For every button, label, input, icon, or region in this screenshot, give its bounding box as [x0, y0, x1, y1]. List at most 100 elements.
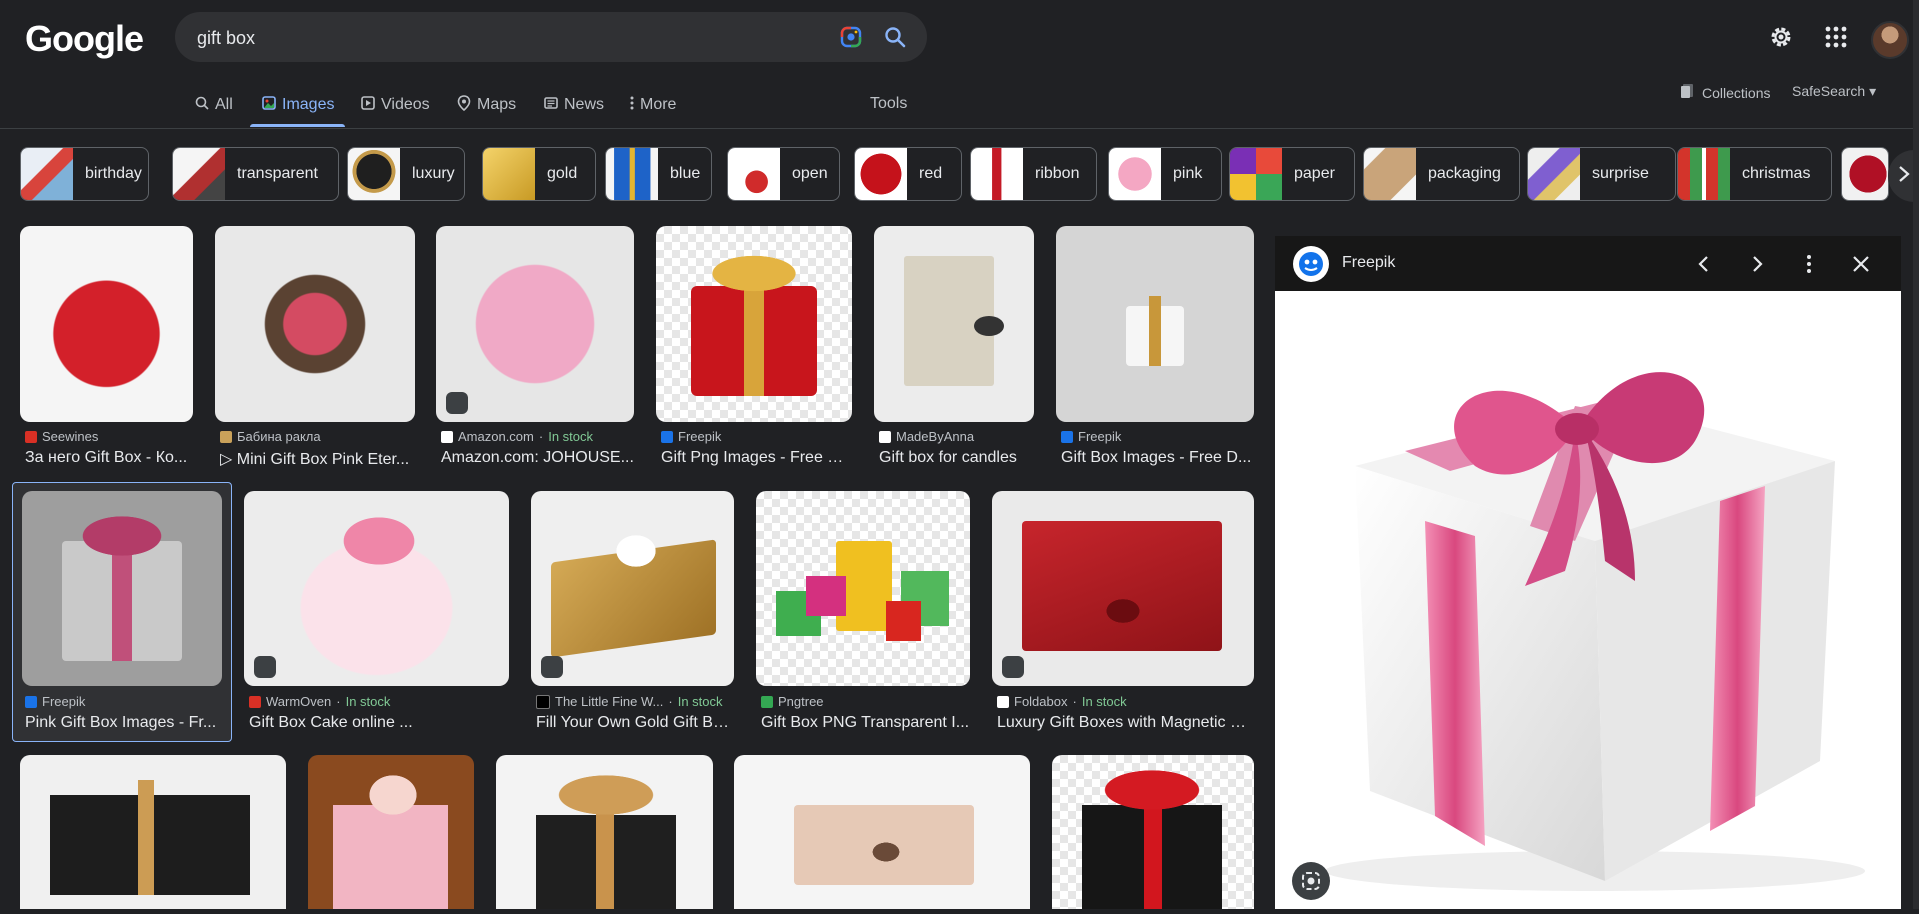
result-source[interactable]: Freepik — [1061, 429, 1121, 444]
result-source[interactable]: The Little Fine W... · In stock — [536, 694, 723, 709]
chip-label: christmas — [1742, 165, 1811, 182]
close-icon[interactable] — [1849, 252, 1873, 276]
tools-button[interactable]: Tools — [870, 95, 907, 113]
result-title[interactable]: Gift Png Images - Free D... — [661, 449, 852, 467]
tab-label: Videos — [381, 96, 430, 113]
chip-packaging[interactable]: packaging — [1363, 147, 1520, 201]
chip-birthday[interactable]: birthday — [20, 147, 149, 201]
result-source[interactable]: Foldabox · In stock — [997, 694, 1127, 709]
search-input[interactable] — [195, 12, 799, 64]
dots-vertical-icon — [630, 96, 634, 115]
chip-thumbnail — [1678, 148, 1730, 200]
chip-ribbon[interactable]: ribbon — [970, 147, 1097, 201]
google-logo[interactable]: Google — [25, 18, 144, 60]
chip-label: luxury — [412, 165, 455, 182]
result-image[interactable] — [531, 491, 734, 686]
result-source[interactable]: Бабина ракла — [220, 429, 321, 444]
result-title[interactable]: ▷ Mini Gift Box Pink Eter... — [220, 449, 415, 469]
chip-label: red — [919, 165, 943, 182]
result-title[interactable]: За него Gift Box - Ко... — [25, 449, 193, 467]
chip-partial[interactable] — [1841, 147, 1889, 201]
chip-transparent[interactable]: transparent — [172, 147, 339, 201]
apps-grid-icon[interactable] — [1823, 24, 1849, 50]
result-title[interactable]: Amazon.com: JOHOUSE... — [441, 449, 634, 467]
collections-link[interactable]: Collections — [1680, 83, 1770, 102]
chip-pink[interactable]: pink — [1108, 147, 1222, 201]
result-source[interactable]: Pngtree — [761, 694, 824, 709]
result-image[interactable] — [308, 755, 474, 909]
site-favicon-icon — [761, 695, 773, 708]
previous-image-button[interactable] — [1692, 252, 1716, 276]
stock-badge: In stock — [345, 694, 391, 709]
gear-icon[interactable] — [1768, 24, 1794, 50]
product-tag-icon — [254, 656, 276, 678]
result-title[interactable]: Gift box for candles — [879, 449, 1034, 467]
result-image[interactable] — [734, 755, 1030, 909]
tab-all[interactable]: All — [195, 92, 233, 118]
chip-thumbnail — [1230, 148, 1282, 200]
source-name: Freepik — [678, 429, 722, 444]
result-title[interactable]: Gift Box Cake online ... — [249, 714, 509, 732]
chip-label: open — [792, 165, 828, 182]
result-title[interactable]: Fill Your Own Gold Gift Bo... — [536, 714, 734, 732]
result-image[interactable] — [1056, 226, 1254, 422]
chevron-down-icon: ▾ — [1869, 83, 1877, 99]
tab-news[interactable]: News — [544, 92, 604, 118]
result-source[interactable]: Freepik — [25, 694, 85, 709]
result-title[interactable]: Gift Box Images - Free D... — [1061, 449, 1254, 467]
tab-images[interactable]: Images — [262, 92, 334, 118]
tab-maps[interactable]: Maps — [457, 92, 516, 118]
result-image[interactable] — [22, 491, 222, 686]
result-title[interactable]: Pink Gift Box Images - Fr... — [25, 714, 220, 732]
chip-gold[interactable]: gold — [482, 147, 596, 201]
account-avatar[interactable] — [1871, 21, 1909, 59]
chip-thumbnail — [21, 148, 73, 200]
result-image[interactable] — [656, 226, 852, 422]
chip-luxury[interactable]: luxury — [347, 147, 465, 201]
source-name: MadeByAnna — [896, 429, 975, 444]
result-title[interactable]: Luxury Gift Boxes with Magnetic Cl... — [997, 714, 1254, 732]
result-image[interactable] — [20, 755, 286, 909]
product-tag-icon — [1002, 656, 1024, 678]
tab-more[interactable]: More — [630, 92, 676, 118]
search-bar[interactable] — [175, 12, 927, 64]
more-options-icon[interactable] — [1797, 252, 1821, 276]
result-image[interactable] — [992, 491, 1254, 686]
result-image[interactable] — [1052, 755, 1254, 909]
chip-thumbnail — [483, 148, 535, 200]
chip-paper[interactable]: paper — [1229, 147, 1355, 201]
next-image-button[interactable] — [1745, 252, 1769, 276]
tab-label: All — [215, 96, 233, 113]
result-image[interactable] — [244, 491, 509, 686]
source-name: Freepik — [1078, 429, 1122, 444]
product-tag-icon — [446, 392, 468, 414]
chip-red[interactable]: red — [854, 147, 962, 201]
result-source[interactable]: WarmOven · In stock — [249, 694, 390, 709]
search-icon[interactable] — [884, 26, 906, 48]
result-image[interactable] — [496, 755, 713, 909]
camera-lens-icon[interactable] — [840, 26, 862, 48]
result-image[interactable] — [20, 226, 193, 422]
chip-blue[interactable]: blue — [605, 147, 712, 201]
chip-christmas[interactable]: christmas — [1677, 147, 1832, 201]
result-image[interactable] — [756, 491, 970, 686]
result-source[interactable]: Seewines — [25, 429, 98, 444]
lens-search-button[interactable] — [1292, 862, 1330, 900]
chip-surprise[interactable]: surprise — [1527, 147, 1676, 201]
result-source[interactable]: Freepik — [661, 429, 721, 444]
result-image[interactable] — [874, 226, 1034, 422]
stock-badge: In stock — [677, 694, 723, 709]
collections-label: Collections — [1702, 84, 1771, 101]
chip-open[interactable]: open — [727, 147, 840, 201]
result-source[interactable]: Amazon.com · In stock — [441, 429, 593, 444]
result-image[interactable] — [215, 226, 415, 422]
tab-videos[interactable]: Videos — [361, 92, 430, 118]
page-scrollbar[interactable] — [1913, 0, 1919, 909]
result-source[interactable]: MadeByAnna — [879, 429, 974, 444]
safesearch-menu[interactable]: SafeSearch ▾ — [1792, 83, 1876, 100]
result-title[interactable]: Gift Box PNG Transparent I... — [761, 714, 970, 732]
preview-source-name[interactable]: Freepik — [1342, 254, 1395, 272]
freepik-logo-icon[interactable] — [1293, 246, 1329, 282]
source-name: The Little Fine W... — [555, 694, 664, 709]
preview-image[interactable] — [1275, 291, 1901, 909]
